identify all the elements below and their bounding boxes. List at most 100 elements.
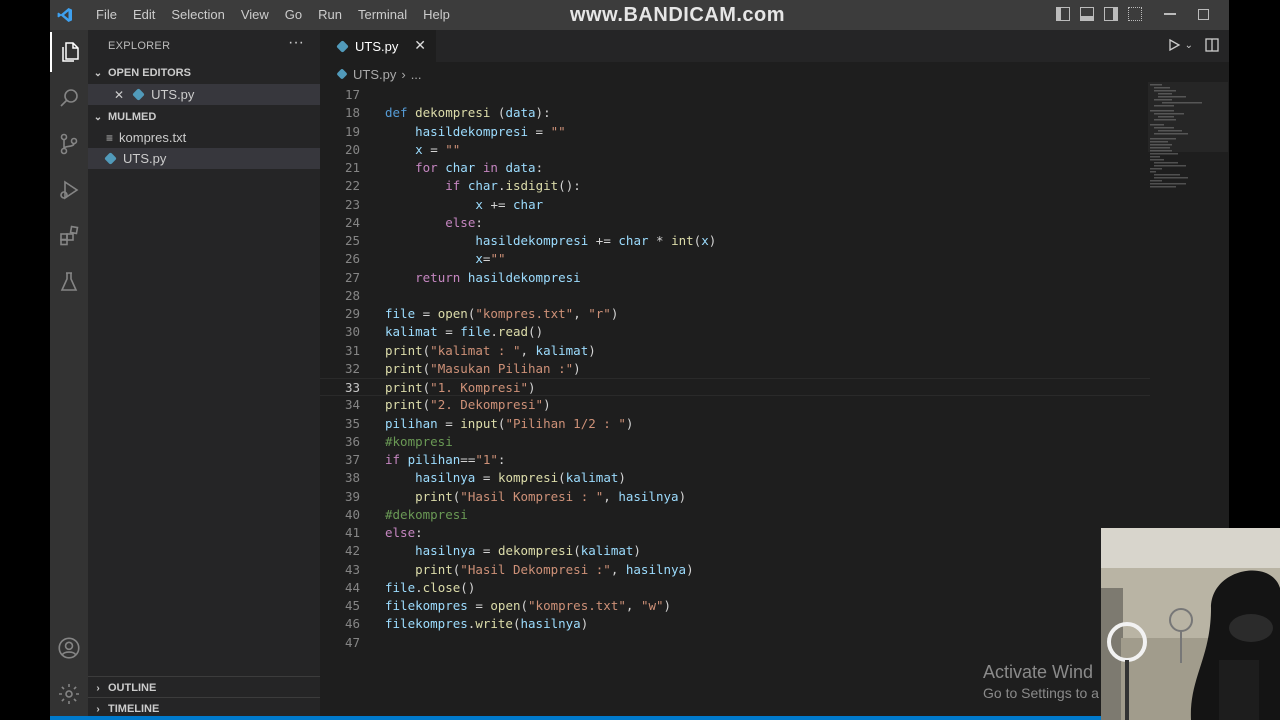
- code-line[interactable]: 36 #kompresi: [320, 433, 1150, 451]
- customize-layout-icon[interactable]: [1128, 7, 1142, 21]
- code-line[interactable]: 25 hasildekompresi += char * int(x): [320, 232, 1150, 250]
- menu-view[interactable]: View: [233, 0, 277, 30]
- line-number: 25: [344, 233, 360, 248]
- chevron-right-icon: ›: [96, 703, 100, 715]
- line-number: 43: [344, 561, 360, 577]
- code-line[interactable]: 46 filekompres.write(hasilnya): [320, 615, 1150, 633]
- tab-close-icon[interactable]: ✕: [414, 37, 426, 54]
- menu-edit[interactable]: Edit: [125, 0, 163, 30]
- open-editor-item[interactable]: ✕ UTS.py: [88, 84, 320, 105]
- explorer-sidebar: EXPLORER ··· ⌄ OPEN EDITORS ✕ UTS.py ⌄ M…: [88, 30, 320, 716]
- run-dropdown-chevron-icon[interactable]: ⌄: [1185, 40, 1193, 51]
- menu-help[interactable]: Help: [415, 0, 458, 30]
- close-icon[interactable]: ✕: [114, 88, 124, 102]
- code-line[interactable]: 27 return hasildekompresi: [320, 269, 1150, 287]
- search-icon[interactable]: [50, 78, 88, 118]
- code-line[interactable]: 17: [320, 86, 1150, 104]
- code-line[interactable]: 31 print("kalimat : ", kalimat): [320, 342, 1150, 360]
- code-text: return hasildekompresi: [415, 269, 581, 285]
- menu-file[interactable]: File: [88, 0, 125, 30]
- line-number: 33: [344, 380, 360, 395]
- run-python-icon[interactable]: [1167, 38, 1181, 52]
- manage-gear-icon[interactable]: [50, 674, 88, 714]
- code-line[interactable]: 37 if pilihan=="1":: [320, 451, 1150, 469]
- minimap[interactable]: [1148, 82, 1228, 202]
- code-text: #kompresi: [385, 433, 453, 449]
- code-line[interactable]: 38 hasilnya = kompresi(kalimat): [320, 469, 1150, 487]
- code-line[interactable]: 43 print("Hasil Dekompresi :", hasilnya): [320, 561, 1150, 579]
- code-line[interactable]: 40 #dekompresi: [320, 506, 1150, 524]
- code-line[interactable]: 33 print("1. Kompresi"): [320, 378, 1150, 396]
- tab-uts-py[interactable]: UTS.py ✕: [320, 30, 436, 62]
- code-text: print("Hasil Kompresi : ", hasilnya): [415, 488, 687, 504]
- restore-icon[interactable]: [1198, 8, 1209, 20]
- code-line[interactable]: 22 if char.isdigit():: [320, 177, 1150, 195]
- code-line[interactable]: 18 def dekompresi (data):: [320, 104, 1150, 122]
- code-line[interactable]: 44 file.close(): [320, 579, 1150, 597]
- menu-selection[interactable]: Selection: [163, 0, 232, 30]
- code-line[interactable]: 47: [320, 634, 1150, 652]
- line-number: 28: [344, 287, 360, 303]
- toggle-secondary-sidebar-icon[interactable]: [1104, 7, 1118, 21]
- code-line[interactable]: 42 hasilnya = dekompresi(kalimat): [320, 542, 1150, 560]
- breadcrumb-symbol[interactable]: ...: [411, 67, 422, 82]
- code-line[interactable]: 19 hasildekompresi = "": [320, 123, 1150, 141]
- code-text: file.close(): [385, 579, 476, 595]
- file-item-kompres[interactable]: ≡ kompres.txt: [88, 127, 320, 148]
- menu-run[interactable]: Run: [310, 0, 350, 30]
- line-number: 30: [344, 324, 360, 340]
- testing-icon[interactable]: [50, 262, 88, 302]
- code-text: filekompres = open("kompres.txt", "w"): [385, 598, 672, 613]
- code-line[interactable]: 21 for char in data:: [320, 159, 1150, 177]
- code-text: print("Hasil Dekompresi :", hasilnya): [415, 561, 694, 577]
- text-file-icon: ≡: [106, 130, 114, 145]
- code-line[interactable]: 35 pilihan = input("Pilihan 1/2 : "): [320, 415, 1150, 433]
- code-line[interactable]: 24 else:: [320, 214, 1150, 232]
- explorer-more-actions[interactable]: ···: [288, 34, 304, 52]
- code-line[interactable]: 32 print("Masukan Pilihan :"): [320, 360, 1150, 378]
- line-number: 22: [344, 178, 360, 194]
- accounts-icon[interactable]: [50, 628, 88, 668]
- code-text: print("Masukan Pilihan :"): [385, 360, 581, 376]
- code-line[interactable]: 26 x="": [320, 250, 1150, 268]
- code-line[interactable]: 28: [320, 287, 1150, 305]
- line-number: 44: [344, 579, 360, 595]
- toggle-sidebar-icon[interactable]: [1056, 7, 1070, 21]
- outline-section[interactable]: › OUTLINE: [88, 676, 320, 699]
- line-number: 45: [344, 598, 360, 613]
- split-editor-icon[interactable]: [1205, 38, 1219, 52]
- code-line[interactable]: 34 print("2. Dekompresi"): [320, 396, 1150, 414]
- folder-section[interactable]: ⌄ MULMED: [88, 106, 320, 128]
- minimize-icon[interactable]: [1164, 13, 1176, 15]
- python-file-icon: [336, 68, 348, 80]
- menu-terminal[interactable]: Terminal: [350, 0, 415, 30]
- code-line[interactable]: 20 x = "": [320, 141, 1150, 159]
- code-line[interactable]: 45 filekompres = open("kompres.txt", "w"): [320, 597, 1150, 615]
- run-debug-icon[interactable]: [50, 170, 88, 210]
- file-label: kompres.txt: [119, 130, 187, 145]
- code-text: if pilihan=="1":: [385, 452, 506, 467]
- line-number: 32: [344, 360, 360, 376]
- breadcrumb-file[interactable]: UTS.py: [353, 67, 396, 82]
- menu-go[interactable]: Go: [277, 0, 310, 30]
- line-number: 29: [344, 306, 360, 321]
- code-line[interactable]: 41 else:: [320, 524, 1150, 542]
- extensions-icon[interactable]: [50, 216, 88, 256]
- code-text: hasildekompresi += char * int(x): [475, 233, 717, 248]
- toggle-panel-icon[interactable]: [1080, 7, 1094, 21]
- code-line[interactable]: 23 x += char: [320, 196, 1150, 214]
- breadcrumb-separator: ›: [401, 66, 406, 82]
- file-item-uts[interactable]: UTS.py: [88, 148, 320, 169]
- open-editors-section[interactable]: ⌄ OPEN EDITORS: [88, 62, 320, 84]
- code-line[interactable]: 29 file = open("kompres.txt", "r"): [320, 305, 1150, 323]
- window-controls: [1056, 7, 1209, 21]
- explorer-icon[interactable]: [50, 32, 88, 72]
- code-line[interactable]: 30 kalimat = file.read(): [320, 323, 1150, 341]
- code-editor[interactable]: 17 18 def dekompresi (data): 19 hasildekomp…: [320, 82, 1229, 702]
- source-control-icon[interactable]: [50, 124, 88, 164]
- code-line[interactable]: 39 print("Hasil Kompresi : ", hasilnya): [320, 488, 1150, 506]
- code-text: #dekompresi: [385, 506, 468, 522]
- code-text: hasilnya = dekompresi(kalimat): [415, 543, 641, 559]
- open-editors-label: OPEN EDITORS: [108, 67, 191, 79]
- line-number: 17: [344, 87, 360, 102]
